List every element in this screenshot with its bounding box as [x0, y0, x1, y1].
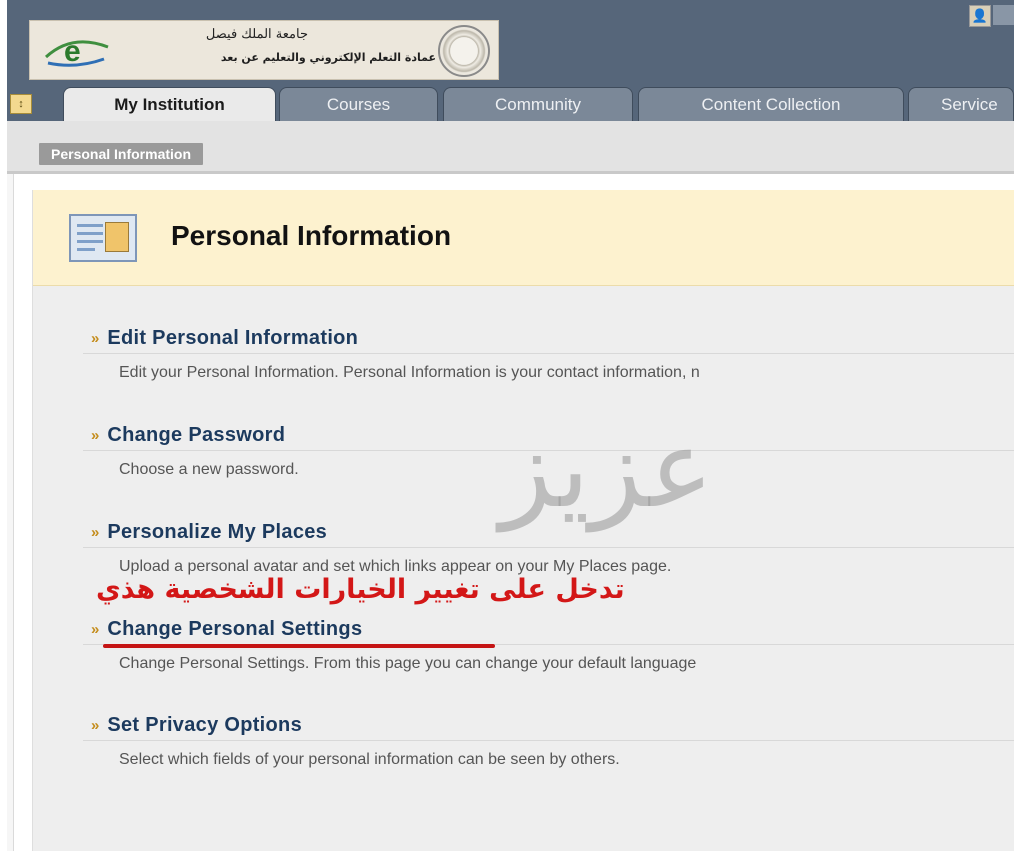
change-personal-settings-link[interactable]: Change Personal Settings [107, 618, 362, 641]
personal-info-card-icon [69, 214, 137, 262]
tab-content-collection[interactable]: Content Collection [638, 87, 904, 121]
item-description: Select which fields of your personal inf… [119, 751, 620, 768]
chevron-right-icon: » [91, 426, 100, 444]
user-menu-icon[interactable]: 👤 [969, 5, 991, 27]
annotation-text: تدخل على تغيير الخيارات الشخصية هذي [96, 574, 625, 605]
list-item: » Set Privacy Options Select which field… [83, 710, 1014, 769]
university-logo[interactable]: e جامعة الملك فيصل عمادة التعلم الإلكترو… [29, 20, 499, 80]
item-description: Change Personal Settings. From this page… [119, 655, 697, 672]
list-item: » Edit Personal Information Edit your Pe… [83, 323, 1014, 382]
personalize-my-places-link[interactable]: Personalize My Places [107, 521, 327, 544]
svg-text:e: e [64, 35, 81, 68]
elearning-logo-icon: e [44, 35, 109, 68]
university-seal-icon [438, 25, 490, 77]
watermark: عزيز [500, 407, 714, 532]
deanship-name: عمادة التعلم الإلكتروني والتعليم عن بعد [220, 51, 436, 64]
item-description: Edit your Personal Information. Personal… [119, 364, 700, 381]
page-header: Personal Information [33, 190, 1014, 286]
tab-services[interactable]: Service [908, 87, 1014, 121]
chevron-right-icon: » [91, 620, 100, 638]
university-name: جامعة الملك فيصل [205, 27, 308, 42]
edit-personal-information-link[interactable]: Edit Personal Information [107, 327, 358, 350]
change-password-link[interactable]: Change Password [107, 424, 285, 447]
annotation-underline [103, 644, 495, 648]
user-menu-extension[interactable] [993, 5, 1014, 25]
tab-community[interactable]: Community [443, 87, 633, 121]
chevron-right-icon: » [91, 523, 100, 541]
breadcrumb-bar: Personal Information [7, 121, 1014, 174]
header-banner: e جامعة الملك فيصل عمادة التعلم الإلكترو… [7, 0, 1014, 85]
tab-courses[interactable]: Courses [279, 87, 438, 121]
set-privacy-options-link[interactable]: Set Privacy Options [107, 714, 302, 737]
page-title: Personal Information [171, 220, 452, 251]
chevron-right-icon: » [91, 329, 100, 347]
breadcrumb[interactable]: Personal Information [39, 143, 204, 165]
left-edge-strip [7, 174, 14, 851]
chevron-right-icon: » [91, 716, 100, 734]
collapse-toggle-icon[interactable]: ↕ [10, 94, 32, 114]
tab-my-institution[interactable]: My Institution [63, 87, 276, 121]
tab-bar: ↕ My Institution Courses Community Conte… [7, 85, 1014, 121]
